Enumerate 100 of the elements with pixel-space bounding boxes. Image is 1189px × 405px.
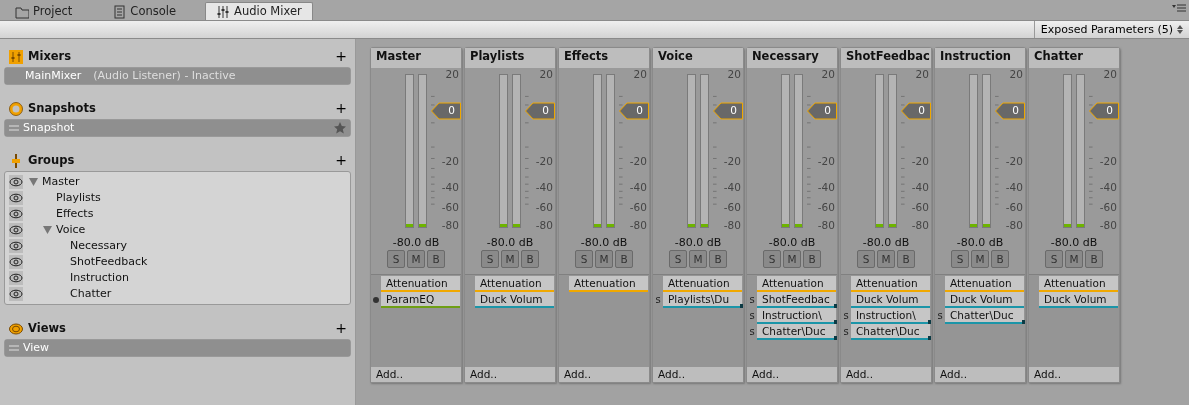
fader-handle[interactable]: [525, 102, 555, 120]
fader-handle[interactable]: [619, 102, 649, 120]
toggle-button[interactable]: B: [709, 250, 727, 268]
level-reading: -80.0 dB: [485, 236, 535, 250]
fader-handle[interactable]: [431, 102, 461, 120]
toggle-button[interactable]: M: [1065, 250, 1083, 268]
toggle-button[interactable]: S: [951, 250, 969, 268]
menu-icon[interactable]: [1172, 4, 1186, 12]
toggle-button[interactable]: S: [857, 250, 875, 268]
add-button[interactable]: +: [329, 99, 351, 118]
effect-slot[interactable]: Chatter\Duc: [757, 324, 836, 340]
fader-handle[interactable]: [995, 102, 1025, 120]
toggle-button[interactable]: M: [689, 250, 707, 268]
scale-label: -60: [911, 201, 929, 214]
add-effect-button[interactable]: Add..: [371, 367, 461, 382]
scale-label: -60: [1005, 201, 1023, 214]
fader-value: 0: [542, 104, 549, 117]
add-effect-button[interactable]: Add..: [841, 367, 931, 382]
add-button[interactable]: +: [329, 151, 351, 170]
group-label[interactable]: Playlists: [56, 191, 101, 205]
toggle-button[interactable]: M: [877, 250, 895, 268]
section-title: Snapshots: [28, 101, 96, 116]
toggle-button[interactable]: B: [991, 250, 1009, 268]
exposed-parameters-dropdown[interactable]: Exposed Parameters (5): [1033, 21, 1189, 38]
toggle-button[interactable]: M: [783, 250, 801, 268]
effect-slot[interactable]: Chatter\Duc: [945, 308, 1024, 324]
effect-slot[interactable]: Attenuation: [851, 276, 930, 292]
toggle-button[interactable]: B: [427, 250, 445, 268]
triangle-icon[interactable]: [43, 226, 52, 234]
tab[interactable]: Project: [4, 2, 84, 20]
group-label[interactable]: Effects: [56, 207, 94, 221]
scale-label: 20: [633, 68, 647, 81]
toggle-button[interactable]: M: [407, 250, 425, 268]
toggle-button[interactable]: B: [803, 250, 821, 268]
toggle-button[interactable]: S: [1045, 250, 1063, 268]
group-label[interactable]: Voice: [56, 223, 86, 237]
effect-slot[interactable]: Duck Volum: [475, 292, 554, 308]
add-effect-button[interactable]: Add..: [465, 367, 555, 382]
effect-slot[interactable]: Chatter\Duc: [851, 324, 930, 340]
group-label[interactable]: Chatter: [70, 287, 112, 301]
effect-slot[interactable]: Duck Volum: [1039, 292, 1118, 308]
toggle-button[interactable]: B: [521, 250, 539, 268]
effect-slot[interactable]: Attenuation: [663, 276, 742, 292]
eye-icon: [9, 287, 23, 301]
effect-slot[interactable]: ParamEQ: [381, 292, 460, 308]
add-effect-button[interactable]: Add..: [1029, 367, 1119, 382]
send-marker: s: [937, 310, 943, 322]
toggle-button[interactable]: B: [897, 250, 915, 268]
section-title: Views: [28, 321, 66, 336]
toggle-button[interactable]: B: [1085, 250, 1103, 268]
effect-slot[interactable]: Instruction\: [851, 308, 930, 324]
toggle-button[interactable]: S: [669, 250, 687, 268]
toggle-button[interactable]: M: [971, 250, 989, 268]
fader-handle[interactable]: [901, 102, 931, 120]
effect-slot[interactable]: Attenuation: [475, 276, 554, 292]
toggle-button[interactable]: S: [481, 250, 499, 268]
sliders-icon: [216, 4, 230, 19]
toggle-button[interactable]: M: [501, 250, 519, 268]
group-label[interactable]: Necessary: [70, 239, 128, 253]
tab[interactable]: Audio Mixer: [205, 2, 313, 20]
add-button[interactable]: +: [329, 319, 351, 338]
add-effect-button[interactable]: Add..: [653, 367, 743, 382]
add-effect-button[interactable]: Add..: [559, 367, 649, 382]
effect-slot[interactable]: Duck Volum: [851, 292, 930, 308]
tab[interactable]: Console: [101, 2, 187, 20]
fader-handle[interactable]: [1089, 102, 1119, 120]
effect-slot[interactable]: ShotFeedbac: [757, 292, 836, 308]
toggle-button[interactable]: B: [615, 250, 633, 268]
group-label[interactable]: Master: [42, 175, 80, 189]
add-button[interactable]: +: [329, 47, 351, 66]
fader-handle[interactable]: [807, 102, 837, 120]
triangle-icon[interactable]: [29, 178, 38, 186]
group-label[interactable]: ShotFeedback: [70, 255, 148, 269]
scale-label: -20: [723, 155, 741, 168]
add-effect-button[interactable]: Add..: [935, 367, 1025, 382]
fader-value: 0: [1106, 104, 1113, 117]
toggle-button[interactable]: M: [595, 250, 613, 268]
effect-slot[interactable]: Instruction\: [757, 308, 836, 324]
drag-handle-icon: [9, 125, 19, 131]
strip-title: ShotFeedbac: [841, 48, 931, 68]
scale-label: -40: [441, 181, 459, 194]
fader-handle[interactable]: [713, 102, 743, 120]
level-reading: -80.0 dB: [767, 236, 817, 250]
effect-slot[interactable]: Attenuation: [381, 276, 460, 292]
updown-icon: [1177, 25, 1183, 34]
add-effect-button[interactable]: Add..: [747, 367, 837, 382]
effect-slot[interactable]: Attenuation: [569, 276, 648, 292]
effect-slot[interactable]: Attenuation: [757, 276, 836, 292]
toggle-button[interactable]: S: [763, 250, 781, 268]
effect-slot[interactable]: Attenuation: [1039, 276, 1118, 292]
effect-slot[interactable]: Attenuation: [945, 276, 1024, 292]
scale-label: -20: [629, 155, 647, 168]
group-label[interactable]: Instruction: [70, 271, 129, 285]
toggle-button[interactable]: S: [387, 250, 405, 268]
scale-label: 20: [1009, 68, 1023, 81]
toggle-button[interactable]: S: [575, 250, 593, 268]
effect-slot[interactable]: Duck Volum: [945, 292, 1024, 308]
strip-title: Voice: [653, 48, 743, 68]
eye-icon: [9, 207, 23, 221]
effect-slot[interactable]: Playlists\Du: [663, 292, 742, 308]
